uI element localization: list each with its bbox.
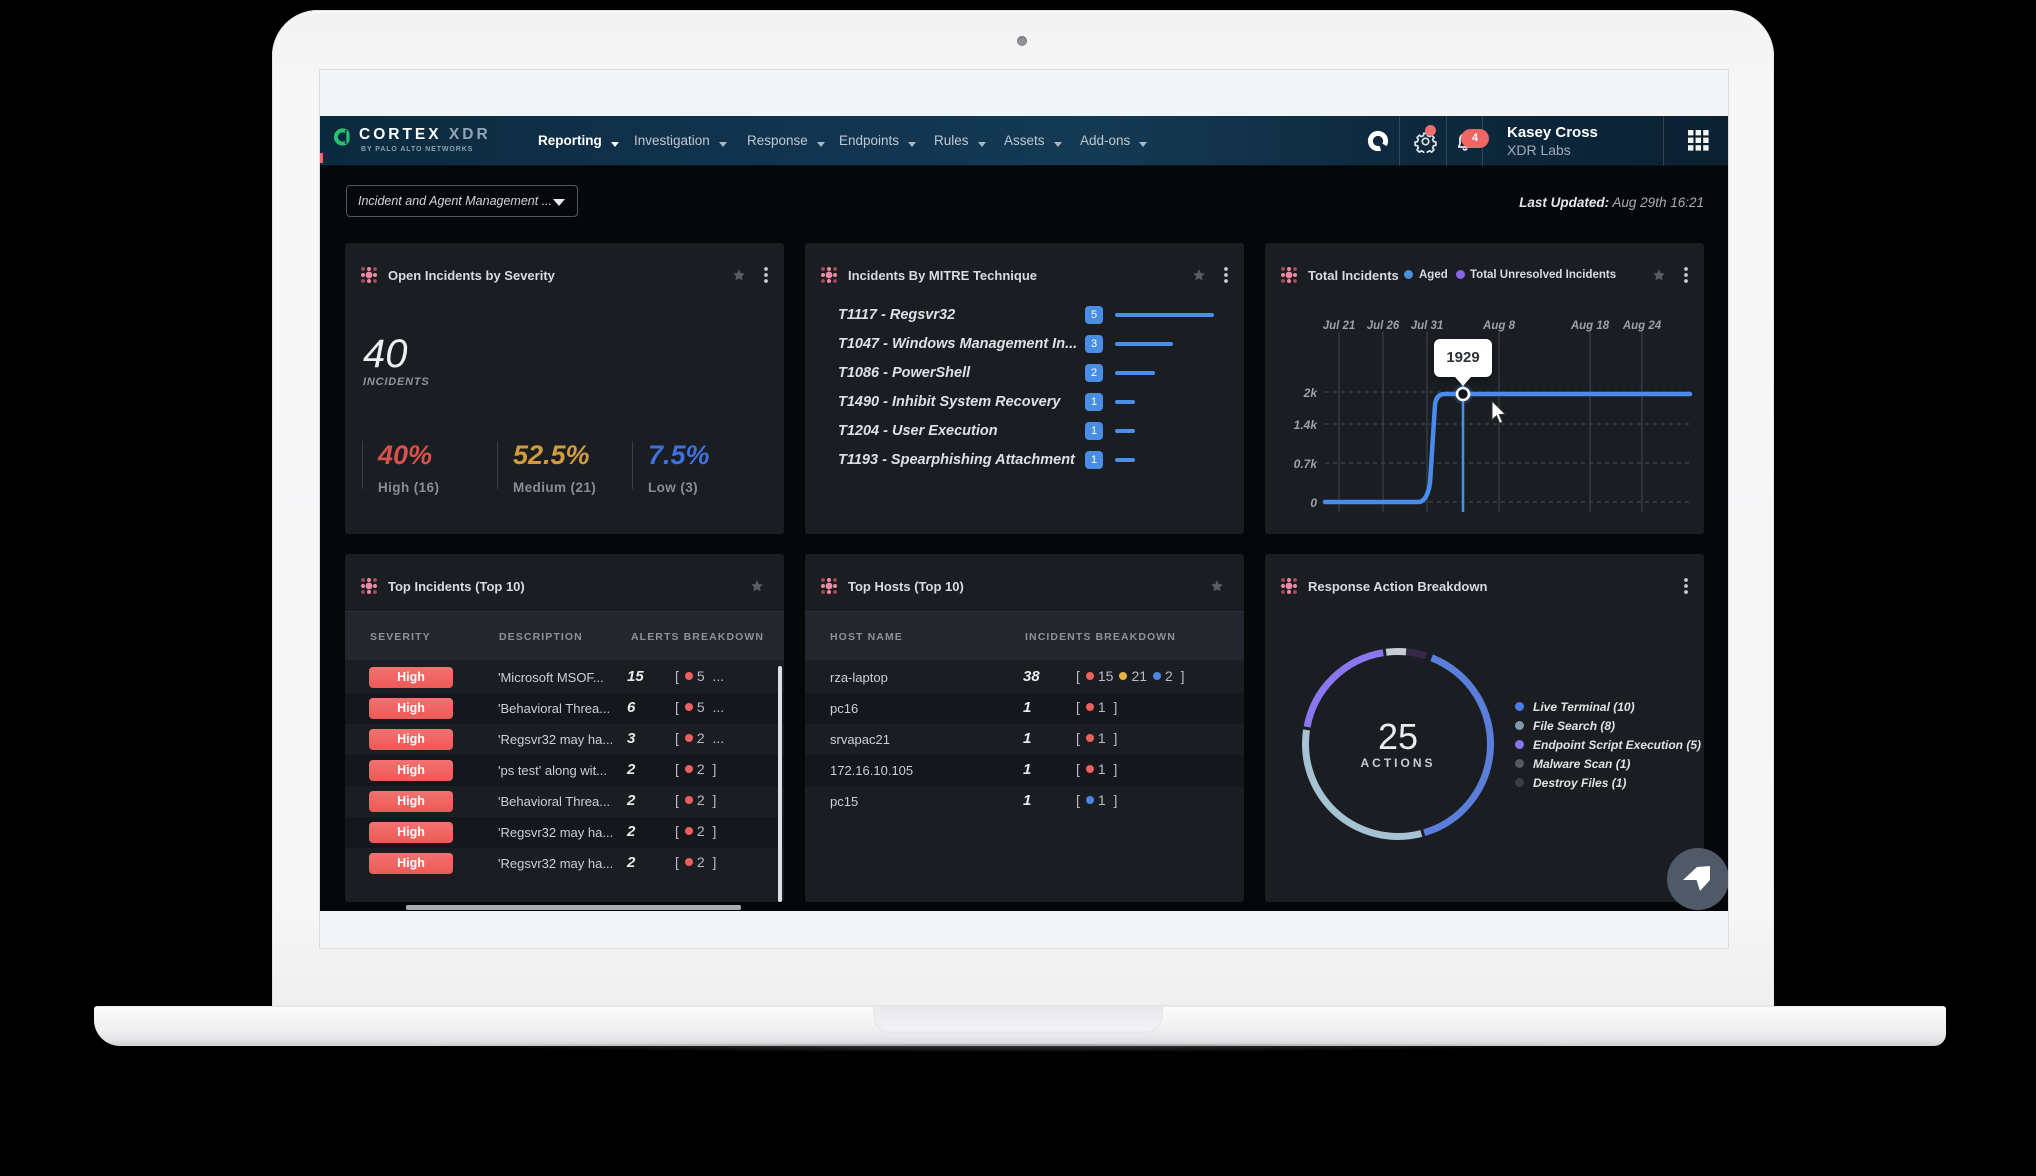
svg-text:0.7k: 0.7k [1294, 457, 1319, 471]
svg-text:Aug 18: Aug 18 [1570, 320, 1610, 332]
svg-text:0: 0 [1310, 496, 1317, 510]
svg-text:Aug 8: Aug 8 [1482, 320, 1516, 332]
svg-text:Jul 26: Jul 26 [1367, 320, 1400, 332]
svg-text:2k: 2k [1303, 386, 1319, 400]
svg-text:Aug 24: Aug 24 [1622, 320, 1662, 332]
svg-text:1.4k: 1.4k [1294, 418, 1319, 432]
svg-text:Jul 31: Jul 31 [1411, 320, 1444, 332]
svg-text:Jul 21: Jul 21 [1323, 320, 1356, 332]
